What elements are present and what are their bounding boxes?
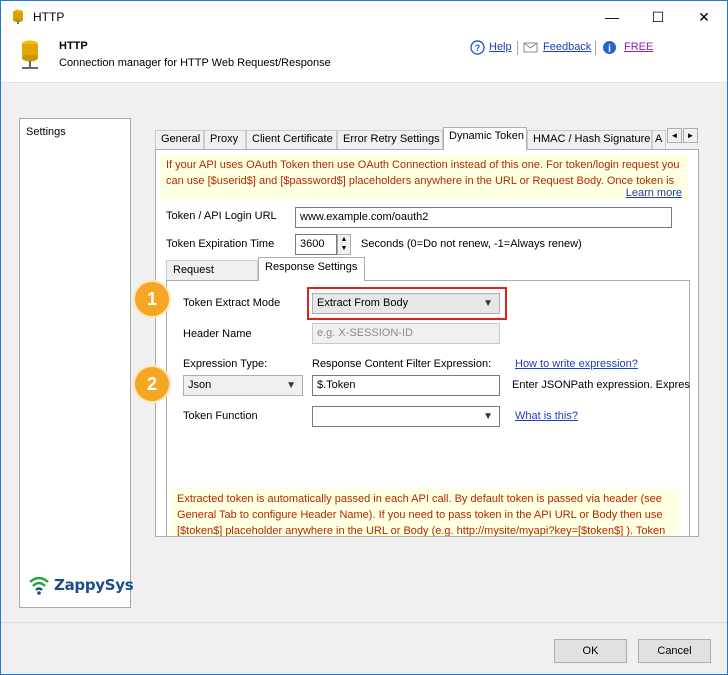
- login-url-label: Token / API Login URL: [166, 210, 277, 222]
- extract-mode-label: Token Extract Mode: [183, 297, 281, 309]
- minimize-button[interactable]: —: [589, 1, 635, 33]
- svg-text:i: i: [608, 44, 611, 55]
- tab-request-settings[interactable]: Request Settings: [166, 260, 258, 295]
- expiration-input[interactable]: 3600: [295, 234, 337, 255]
- info-icon: i: [603, 41, 616, 55]
- settings-nav: Settings ZappySys: [19, 118, 134, 608]
- dynamic-token-panel: If your API uses OAuth Token then use OA…: [155, 149, 699, 537]
- tab-client-certificate[interactable]: Client Certificate: [246, 130, 337, 149]
- free-link[interactable]: FREE: [624, 41, 653, 53]
- database-icon: [22, 40, 38, 69]
- zappysys-logo: ZappySys: [28, 574, 134, 598]
- close-button[interactable]: ✕: [681, 1, 727, 33]
- header-name-label: Header Name: [183, 328, 252, 340]
- chevron-down-icon[interactable]: ▼: [338, 244, 350, 253]
- divider: [517, 41, 518, 55]
- expiration-stepper[interactable]: ▲ ▼: [337, 234, 351, 255]
- chevron-down-icon: ▼: [286, 380, 296, 391]
- filter-expression-hint: Enter JSONPath expression. Expres: [512, 379, 690, 391]
- expression-type-label: Expression Type:: [183, 358, 268, 370]
- header-name-input[interactable]: e.g. X-SESSION-ID: [312, 323, 500, 344]
- tab-scroll-right-button[interactable]: ►: [683, 128, 698, 143]
- main-tabstrip: General Proxy Client Certificate Error R…: [155, 127, 699, 150]
- sidebar-item-settings[interactable]: Settings: [26, 126, 66, 138]
- expiration-label: Token Expiration Time: [166, 238, 275, 250]
- tab-error-retry-settings[interactable]: Error Retry Settings: [337, 130, 443, 149]
- filter-expression-label: Response Content Filter Expression:: [312, 358, 492, 370]
- dialog-header: HTTP Connection manager for HTTP Web Req…: [1, 33, 727, 83]
- tab-response-settings[interactable]: Response Settings: [258, 257, 365, 281]
- chevron-down-icon: ▼: [483, 411, 493, 422]
- response-settings-panel: Token Extract Mode Extract From Body ▼ H…: [166, 280, 690, 537]
- database-icon: [13, 9, 23, 24]
- chevron-up-icon[interactable]: ▲: [338, 235, 350, 244]
- wifi-logo-icon: [29, 576, 49, 595]
- tab-general[interactable]: General: [155, 130, 204, 149]
- tab-scroll-left-button[interactable]: ◄: [667, 128, 682, 143]
- login-url-input[interactable]: www.example.com/oauth2: [295, 207, 672, 228]
- maximize-button[interactable]: ☐: [635, 1, 681, 33]
- expression-type-select[interactable]: Json ▼: [183, 375, 303, 396]
- callout-badge-1: 1: [135, 282, 169, 316]
- token-info-text: Extracted token is automatically passed …: [177, 493, 666, 537]
- token-function-label: Token Function: [183, 410, 258, 422]
- title-bar: HTTP — ☐ ✕: [1, 1, 727, 33]
- help-link[interactable]: Help: [489, 41, 512, 53]
- learn-more-link[interactable]: Learn more: [626, 185, 682, 200]
- what-is-this-link[interactable]: What is this?: [515, 410, 578, 422]
- logo-text: ZappySys: [54, 576, 134, 594]
- mail-icon: [523, 42, 538, 53]
- feedback-link[interactable]: Feedback: [543, 41, 591, 53]
- tab-hmac-hash-signature[interactable]: HMAC / Hash Signature: [527, 130, 652, 149]
- oauth-notice-text: If your API uses OAuth Token then use OA…: [166, 159, 680, 187]
- dialog-window: HTTP — ☐ ✕ HTTP Connection manager for H…: [0, 0, 728, 675]
- header-subtitle: Connection manager for HTTP Web Request/…: [59, 57, 331, 69]
- expiration-hint: Seconds (0=Do not renew, -1=Always renew…: [361, 238, 582, 250]
- callout-badge-2: 2: [135, 367, 169, 401]
- tab-dynamic-token[interactable]: Dynamic Token: [443, 127, 527, 150]
- window-title: HTTP: [33, 10, 65, 24]
- sub-tabstrip: Request Settings Response Settings: [166, 257, 686, 295]
- how-to-write-expression-link[interactable]: How to write expression?: [515, 358, 638, 370]
- filter-expression-input[interactable]: $.Token: [312, 375, 500, 396]
- svg-text:?: ?: [475, 43, 481, 53]
- divider: [595, 41, 596, 55]
- highlight-box: [307, 287, 507, 320]
- tab-proxy[interactable]: Proxy: [204, 130, 246, 149]
- help-icon: ?: [470, 40, 485, 55]
- dialog-footer: OK Cancel: [1, 622, 727, 674]
- tab-overflow[interactable]: A: [652, 130, 666, 149]
- token-function-select[interactable]: ▼: [312, 406, 500, 427]
- oauth-notice: If your API uses OAuth Token then use OA…: [160, 154, 688, 200]
- ok-button[interactable]: OK: [554, 639, 627, 663]
- expression-type-value: Json: [188, 379, 212, 391]
- cancel-button[interactable]: Cancel: [638, 639, 711, 663]
- token-info-note: Extracted token is automatically passed …: [171, 488, 679, 537]
- header-title: HTTP: [59, 40, 88, 52]
